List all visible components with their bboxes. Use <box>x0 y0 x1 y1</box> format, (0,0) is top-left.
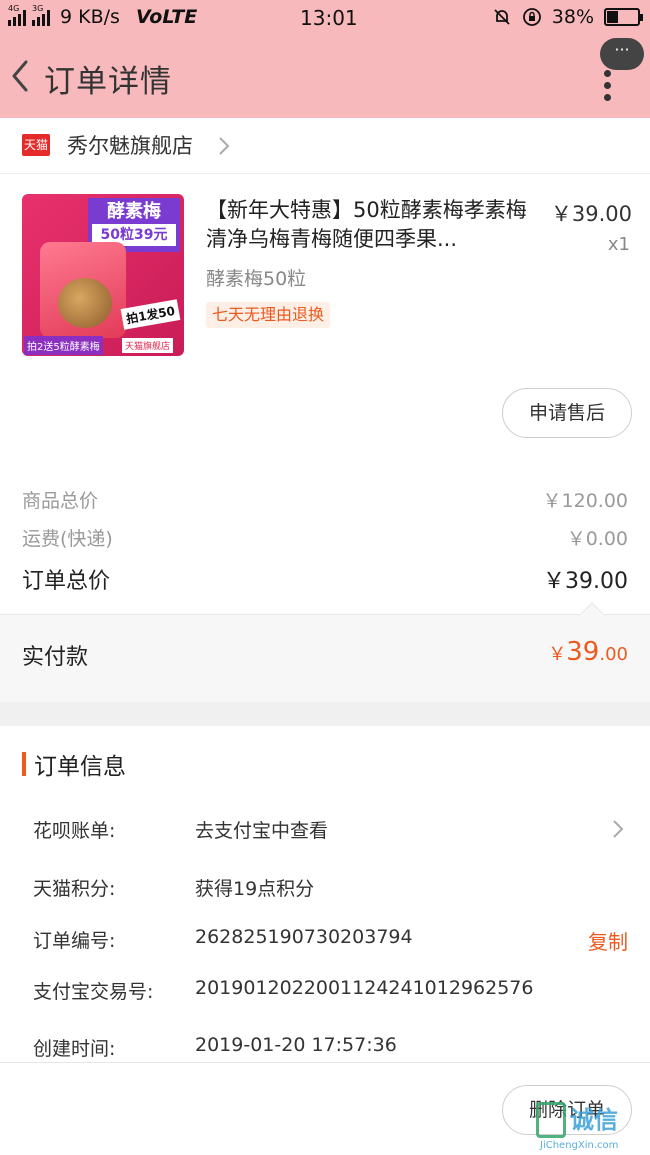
chevron-right-icon <box>219 137 230 155</box>
watermark-logo: 诚信 JiChengXin.com <box>536 1100 648 1152</box>
status-bar: 4G 3G 9 KB/s VoLTE 13:01 38% <box>0 0 650 34</box>
order-number-row: 订单编号: 262825190730203794 复制 <box>33 926 633 956</box>
created-time: 2019-01-20 17:57:36 <box>195 1034 397 1056</box>
copy-button[interactable]: 复制 <box>588 926 628 955</box>
alipay-trade-number: 2019012022001124241012962576 <box>195 977 534 999</box>
info-label: 订单编号: <box>33 930 116 952</box>
return-policy-badge: 七天无理由退换 <box>206 302 331 328</box>
order-number: 262825190730203794 <box>195 926 413 948</box>
mute-bell-icon <box>494 9 510 25</box>
product-image-gift: 拍2送5粒酵素梅 <box>24 336 103 355</box>
shop-name[interactable]: 秀尔魅旗舰店 <box>67 130 193 160</box>
shop-row[interactable]: 天猫 秀尔魅旗舰店 <box>0 118 650 174</box>
alipay-trade-row: 支付宝交易号: 2019012022001124241012962576 <box>33 977 633 1007</box>
product-image-fruit <box>58 278 112 328</box>
rotation-lock-icon <box>522 8 541 26</box>
product-image-store: 天猫旗舰店 <box>122 338 174 353</box>
shipping-label: 运费(快递) <box>22 528 113 550</box>
paid-label: 实付款 <box>22 645 89 670</box>
shipping-value: ￥0.00 <box>566 528 628 550</box>
product-title[interactable]: 【新年大特惠】50粒酵素梅孝素梅清净乌梅青梅随便四季果... <box>206 196 536 254</box>
info-label: 创建时间: <box>33 1038 116 1060</box>
signal-icon-2: 3G <box>32 4 50 26</box>
product-quantity: x1 <box>607 234 630 255</box>
points-row: 天猫积分: 获得19点积分 <box>33 874 633 904</box>
huabei-bill-row[interactable]: 花呗账单: 去支付宝中查看 <box>33 816 633 846</box>
goods-total-label: 商品总价 <box>22 490 99 512</box>
more-menu-icon[interactable] <box>601 70 613 101</box>
info-label: 天猫积分: <box>33 878 116 900</box>
order-total-row: 订单总价 ￥39.00 <box>22 563 628 594</box>
order-info-title: 订单信息 <box>34 754 126 780</box>
chevron-right-icon <box>613 820 624 838</box>
nav-bar: 订单详情 ··· <box>0 38 650 112</box>
aftersale-button[interactable]: 申请售后 <box>502 388 632 438</box>
product-image-promo: 拍1发50 <box>120 299 181 330</box>
battery-icon <box>604 8 643 26</box>
tmall-icon: 天猫 <box>22 134 50 156</box>
clock: 13:01 <box>300 6 358 30</box>
product-image[interactable]: 酵素梅 50粒39元 拍1发50 拍2送5粒酵素梅 天猫旗舰店 <box>22 194 184 356</box>
product-sku: 酵素梅50粒 <box>206 268 307 290</box>
order-total-value: ￥39.00 <box>543 569 628 594</box>
back-arrow-icon[interactable] <box>6 56 36 96</box>
page-title: 订单详情 <box>44 64 172 100</box>
volte-indicator: VoLTE <box>135 6 198 28</box>
signal-icon: 4G <box>8 4 26 26</box>
section-divider <box>0 702 650 726</box>
goods-total-row: 商品总价 ￥120.00 <box>22 486 628 516</box>
order-total-label: 订单总价 <box>22 569 111 594</box>
order-info-header: 订单信息 <box>22 750 126 780</box>
info-label: 支付宝交易号: <box>33 981 154 1003</box>
info-label: 花呗账单: <box>33 820 116 842</box>
product-price: ￥39.00 <box>550 202 632 226</box>
paid-section: 实付款 ￥39.00 <box>0 602 650 702</box>
top-bar: 4G 3G 9 KB/s VoLTE 13:01 38% 订单详情 ··· <box>0 0 650 118</box>
more-bubble[interactable]: ··· <box>600 38 644 70</box>
info-value: 获得19点积分 <box>195 878 315 900</box>
info-value[interactable]: 去支付宝中查看 <box>195 816 328 843</box>
network-speed: 9 KB/s <box>60 6 120 28</box>
battery-percent: 38% <box>551 6 594 28</box>
shipping-row: 运费(快递) ￥0.00 <box>22 524 628 554</box>
goods-total-value: ￥120.00 <box>542 490 628 512</box>
paid-amount: ￥39.00 <box>548 637 628 667</box>
created-time-row: 创建时间: 2019-01-20 17:57:36 <box>33 1034 633 1064</box>
